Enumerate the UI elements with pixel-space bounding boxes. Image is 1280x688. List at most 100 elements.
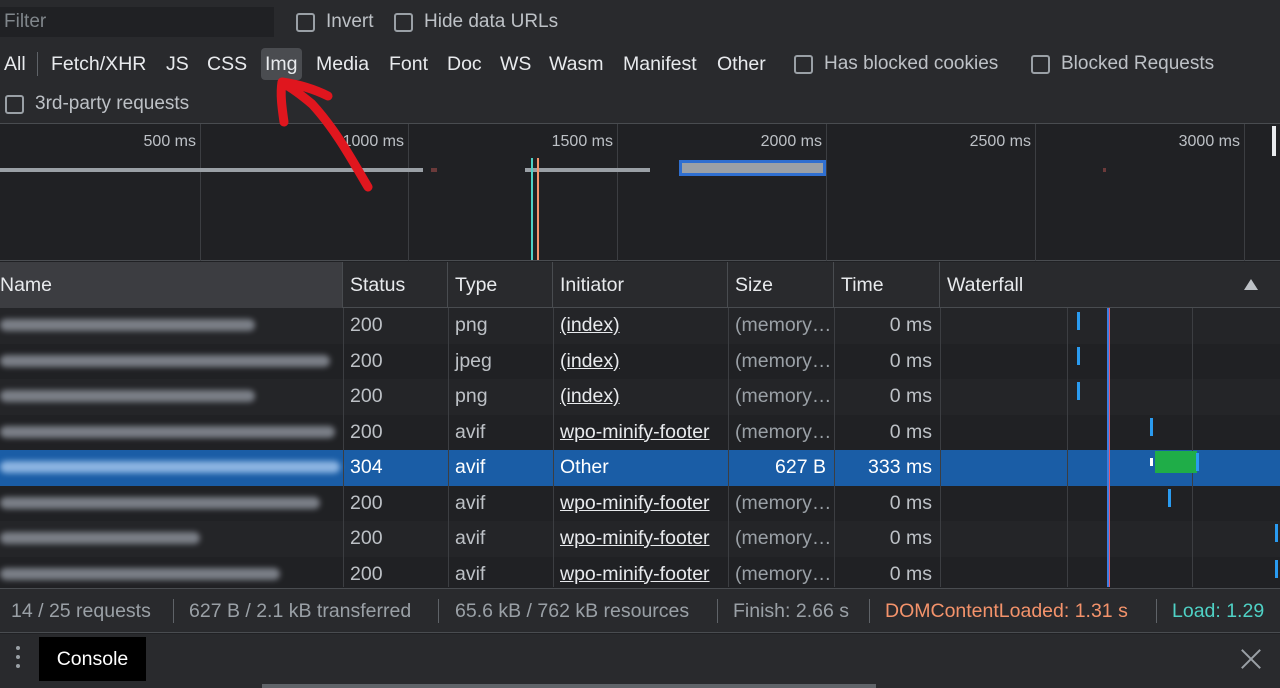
status-cell: 304 — [350, 456, 383, 478]
tick-label: 1500 ms — [551, 133, 613, 150]
waterfall-bar — [1275, 560, 1278, 578]
third-party-row: 3rd-party requests — [0, 84, 1280, 124]
type-font-button[interactable]: Font — [386, 48, 431, 80]
size-cell: (memory cache) — [735, 562, 834, 585]
initiator-link[interactable]: (index) — [553, 344, 728, 380]
time-cell: 0 ms — [889, 491, 932, 514]
type-media-button[interactable]: Media — [313, 48, 372, 80]
table-row[interactable]: 200 avif wpo-minify-footer (memory cache… — [0, 485, 1280, 522]
tab-console[interactable]: Console — [39, 637, 146, 681]
grid-line — [408, 124, 409, 261]
resources-size: 65.6 kB / 762 kB resources — [455, 600, 690, 622]
column-divider[interactable] — [553, 308, 554, 587]
column-header-initiator[interactable]: Initiator — [553, 262, 728, 308]
divider — [37, 52, 38, 76]
size-cell: (memory cache) — [735, 349, 834, 372]
tick-label: 2000 ms — [760, 133, 822, 150]
checkbox-box[interactable] — [296, 12, 315, 32]
time-cell: 333 ms — [868, 456, 932, 478]
table-row-selected[interactable]: 304 avif Other 627 B 333 ms — [0, 450, 1280, 486]
redacted-name — [0, 354, 330, 367]
has-blocked-cookies-checkbox[interactable]: Has blocked cookies — [794, 49, 998, 79]
divider — [717, 599, 718, 623]
column-divider[interactable] — [728, 308, 729, 587]
waterfall-bar — [1077, 347, 1080, 365]
sort-ascending-icon[interactable] — [1244, 279, 1258, 290]
checkbox-box[interactable] — [794, 54, 813, 74]
load-marker-line — [531, 158, 533, 260]
size-cell: (memory cache) — [735, 527, 834, 549]
initiator-link[interactable]: wpo-minify-footer — [553, 415, 728, 451]
tick-label: 3000 ms — [1178, 133, 1240, 150]
status-cell: 200 — [350, 562, 383, 585]
column-header-waterfall[interactable]: Waterfall — [940, 262, 1280, 308]
more-options-icon[interactable] — [14, 646, 22, 674]
size-cell: 627 B — [775, 456, 826, 478]
table-row[interactable]: 200 png (index) (memory cache) 0 ms — [0, 308, 1280, 344]
type-manifest-button[interactable]: Manifest — [620, 48, 700, 80]
type-wasm-button[interactable]: Wasm — [546, 48, 607, 80]
column-header-type[interactable]: Type — [448, 262, 553, 308]
invert-checkbox[interactable]: Invert — [296, 7, 374, 37]
table-row[interactable]: 200 avif wpo-minify-footer (memory cache… — [0, 556, 1280, 588]
type-js-button[interactable]: JS — [163, 48, 192, 80]
initiator-link[interactable]: wpo-minify-footer — [553, 486, 728, 522]
checkbox-box[interactable] — [5, 94, 24, 114]
type-fetch-xhr-button[interactable]: Fetch/XHR — [48, 48, 149, 80]
type-cell: avif — [455, 527, 486, 549]
horizontal-scrollbar[interactable] — [262, 684, 876, 688]
type-all-button[interactable]: All — [1, 48, 29, 80]
waterfall-grid-line — [1192, 308, 1193, 587]
filter-toolbar: Invert Hide data URLs — [0, 0, 1280, 44]
timeline-overview[interactable]: 500 ms 1000 ms 1500 ms 2000 ms 2500 ms 3… — [0, 124, 1280, 261]
requests-table-header: Name Status Type Initiator Size Time Wat… — [0, 262, 1280, 308]
table-row[interactable]: 200 avif wpo-minify-footer (memory cache… — [0, 521, 1280, 557]
table-row[interactable]: 200 avif wpo-minify-footer (memory cache… — [0, 414, 1280, 451]
time-cell: 0 ms — [889, 562, 932, 585]
blocked-requests-label: Blocked Requests — [1061, 53, 1215, 74]
filter-input[interactable] — [0, 7, 274, 37]
waterfall-bar — [1196, 453, 1199, 471]
overview-selected-bar — [679, 160, 826, 176]
initiator-link[interactable]: (index) — [553, 379, 728, 415]
invert-label: Invert — [326, 11, 374, 32]
status-cell: 200 — [350, 385, 383, 407]
column-header-time[interactable]: Time — [834, 262, 940, 308]
initiator-link[interactable]: wpo-minify-footer — [553, 521, 728, 557]
redacted-name — [0, 532, 200, 544]
drawer-tabbar: Console — [0, 634, 1280, 688]
column-header-name[interactable]: Name — [0, 262, 343, 308]
time-cell: 0 ms — [889, 420, 932, 443]
hide-data-urls-checkbox[interactable]: Hide data URLs — [394, 7, 558, 37]
column-header-status[interactable]: Status — [343, 262, 448, 308]
dom-content-loaded-time: DOMContentLoaded: 1.31 s — [885, 600, 1128, 622]
tick-label: 1000 ms — [342, 133, 404, 150]
checkbox-box[interactable] — [394, 12, 413, 32]
column-divider[interactable] — [834, 308, 835, 587]
initiator-link[interactable]: wpo-minify-footer — [553, 557, 728, 588]
close-icon[interactable] — [1240, 648, 1262, 670]
type-other-button[interactable]: Other — [714, 48, 769, 80]
column-header-size[interactable]: Size — [728, 262, 834, 308]
waterfall-bar — [1077, 312, 1080, 330]
third-party-checkbox[interactable]: 3rd-party requests — [5, 89, 189, 119]
type-ws-button[interactable]: WS — [497, 48, 534, 80]
type-doc-button[interactable]: Doc — [444, 48, 485, 80]
table-row[interactable]: 200 jpeg (index) (memory cache) 0 ms — [0, 343, 1280, 380]
column-divider[interactable] — [448, 308, 449, 587]
table-row[interactable]: 200 png (index) (memory cache) 0 ms — [0, 379, 1280, 415]
column-divider[interactable] — [940, 308, 941, 587]
status-cell: 200 — [350, 527, 383, 549]
checkbox-box[interactable] — [1031, 54, 1050, 74]
waterfall-bar-queue — [1150, 458, 1153, 466]
column-divider[interactable] — [343, 308, 344, 587]
type-css-button[interactable]: CSS — [204, 48, 250, 80]
requests-table-body: 200 png (index) (memory cache) 0 ms 200 … — [0, 308, 1280, 587]
blocked-requests-checkbox[interactable]: Blocked Requests — [1031, 49, 1214, 79]
initiator-link[interactable]: (index) — [553, 308, 728, 344]
size-cell: (memory cache) — [735, 314, 834, 336]
overview-handle[interactable] — [1272, 126, 1276, 156]
size-cell: (memory cache) — [735, 491, 834, 514]
type-img-button[interactable]: Img — [261, 48, 302, 80]
requests-count: 14 / 25 requests — [11, 600, 151, 622]
